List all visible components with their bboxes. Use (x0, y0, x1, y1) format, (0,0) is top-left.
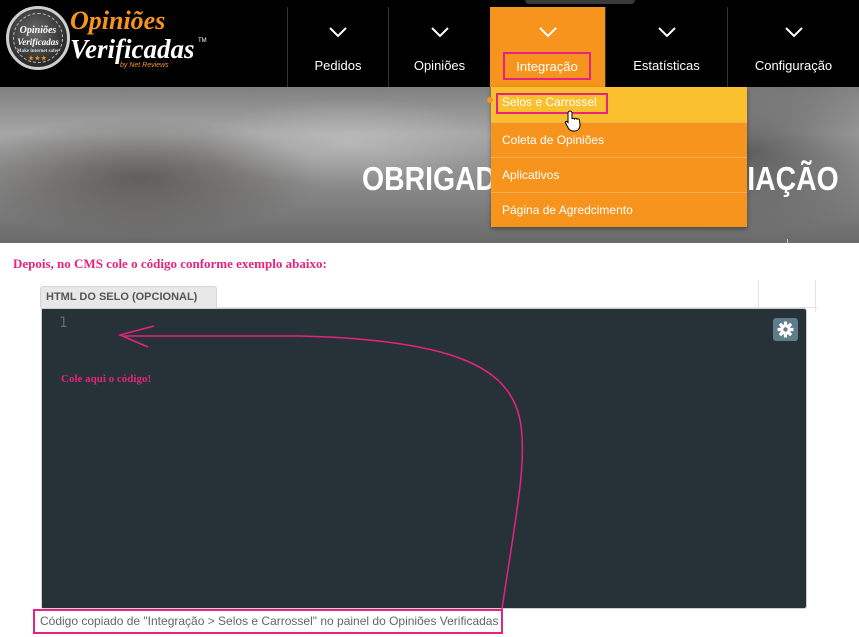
nav-item-estatisticas[interactable]: Estatísticas (605, 7, 727, 87)
logo[interactable]: Opiniões Verificadas Make internet safer… (6, 6, 216, 84)
menu-item-label: Selos e Carrossel (502, 95, 597, 109)
nav-item-pedidos[interactable]: Pedidos (287, 7, 388, 87)
nav-item-configuracao[interactable]: Configuração (727, 7, 859, 87)
nav-item-label: Pedidos (314, 58, 362, 73)
logo-word2: Verificadas (70, 34, 195, 64)
nav-item-label: Integração (503, 52, 591, 80)
nav-item-integracao[interactable]: Integração (490, 7, 605, 87)
paste-here-note: Cole aqui o código! (61, 373, 152, 385)
divider (787, 239, 788, 243)
menu-item-selos-e-carrossel[interactable]: Selos e Carrossel (491, 87, 747, 122)
logo-tm: TM (198, 38, 207, 44)
logo-badge-line2: Verificadas (17, 37, 59, 47)
menu-item-coleta-de-opinioes[interactable]: Coleta de Opiniões (491, 122, 747, 157)
logo-by: by Net Reviews (120, 62, 169, 69)
code-editor[interactable]: 1 Cole aqui o código! (41, 308, 807, 609)
chevron-down-icon (430, 27, 449, 38)
menu-item-label: Aplicativos (502, 168, 560, 182)
header: Opiniões Verificadas Make internet safer… (0, 0, 859, 87)
logo-word1: Opiniões (70, 6, 166, 35)
menu-item-aplicativos[interactable]: Aplicativos (491, 157, 747, 192)
editor-gutter: 1 (42, 309, 80, 608)
line-number: 1 (59, 315, 68, 331)
menu-item-label: Coleta de Opiniões (502, 133, 605, 147)
instruction-text: Depois, no CMS cole o código conforme ex… (13, 256, 327, 271)
logo-badge-line1: Opiniões (19, 25, 57, 36)
logo-badge: Opiniões Verificadas Make internet safer… (6, 6, 70, 70)
source-caption: Código copiado de "Integração > Selos e … (33, 609, 503, 634)
page: Opiniões Verificadas Make internet safer… (0, 0, 859, 637)
dropdown-pointer (487, 97, 493, 103)
nav-item-label: Estatísticas (633, 58, 700, 73)
top-bar-tab (525, 0, 635, 4)
divider (758, 280, 759, 308)
logo-badge-stars: ★★★ (28, 56, 48, 62)
hand-pointer-icon (564, 110, 581, 132)
logo-badge-line3: Make internet safer (16, 49, 60, 54)
chevron-down-icon (657, 27, 676, 38)
tab-html-do-selo[interactable]: HTML DO SELO (OPCIONAL) (40, 286, 217, 308)
divider (815, 280, 816, 312)
gear-icon (777, 321, 794, 338)
menu-item-pagina-de-agradecimento[interactable]: Página de Agredcimento (491, 192, 747, 227)
nav-item-label: Opiniões (413, 58, 466, 73)
menu-item-label: Página de Agredcimento (502, 203, 633, 217)
nav-item-opinioes[interactable]: Opiniões (388, 7, 490, 87)
integration-dropdown-menu: Selos e Carrossel Coleta de Opiniões Apl… (491, 87, 747, 227)
editor-settings-button[interactable] (773, 318, 798, 341)
main-nav: Pedidos Opiniões Integração Estatísticas… (287, 7, 859, 87)
chevron-down-icon (539, 27, 557, 38)
chevron-down-icon (329, 27, 347, 38)
chevron-down-icon (784, 27, 803, 38)
nav-item-label: Configuração (754, 58, 833, 73)
